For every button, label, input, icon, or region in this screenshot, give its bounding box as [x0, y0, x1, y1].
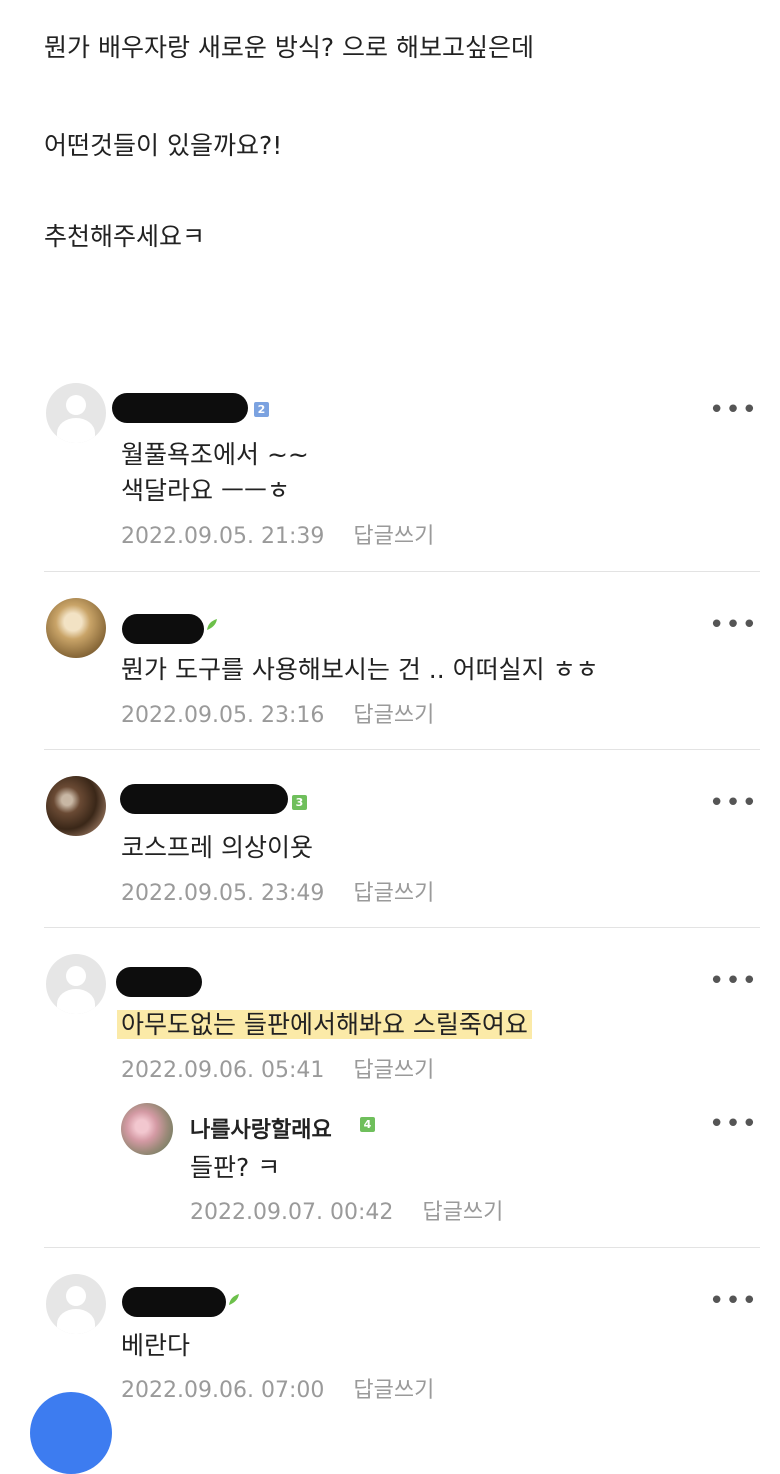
more-options-icon[interactable]: ••• — [709, 790, 758, 816]
floating-action-button[interactable] — [30, 1392, 112, 1474]
comment-meta: 2022.09.05. 23:16 답글쓰기 — [121, 697, 434, 729]
comment-meta: 2022.09.06. 07:00 답글쓰기 — [121, 1372, 434, 1404]
comment-meta: 2022.09.07. 00:42 답글쓰기 — [190, 1194, 503, 1226]
comment-date: 2022.09.07. 00:42 — [190, 1200, 394, 1225]
reply-author[interactable]: 나를사랑할래요 — [190, 1112, 332, 1144]
avatar[interactable] — [46, 383, 106, 443]
level-badge: 3 — [292, 795, 307, 810]
reply-button[interactable]: 답글쓰기 — [353, 703, 434, 728]
avatar[interactable] — [121, 1103, 173, 1155]
more-options-icon[interactable]: ••• — [709, 1111, 758, 1137]
post-line: 추천해주세요ㅋ — [44, 222, 206, 251]
reply-button[interactable]: 답글쓰기 — [353, 524, 434, 549]
comment-text: 뭔가 도구를 사용해보시는 건 .. 어떠실지 ㅎㅎ — [121, 655, 599, 684]
comment-text: 아무도없는 들판에서해봐요 스릴죽여요 — [117, 1008, 532, 1042]
comment-meta: 2022.09.05. 23:49 답글쓰기 — [121, 875, 434, 907]
reply-button[interactable]: 답글쓰기 — [353, 1378, 434, 1403]
more-options-icon[interactable]: ••• — [709, 968, 758, 994]
redacted-nickname — [122, 1287, 226, 1317]
more-options-icon[interactable]: ••• — [709, 397, 758, 423]
comment-date: 2022.09.05. 21:39 — [121, 524, 325, 549]
divider — [44, 1247, 760, 1248]
reply-button[interactable]: 답글쓰기 — [353, 1058, 434, 1083]
post-line: 뭔가 배우자랑 새로운 방식? 으로 해보고싶은데 — [44, 33, 535, 62]
avatar[interactable] — [46, 954, 106, 1014]
sprout-icon — [207, 619, 217, 630]
divider — [44, 749, 760, 750]
comment-text: 코스프레 의상이욧 — [121, 833, 313, 862]
avatar[interactable] — [46, 1274, 106, 1334]
avatar[interactable] — [46, 598, 106, 658]
sprout-icon — [229, 1294, 239, 1305]
reply-button[interactable]: 답글쓰기 — [422, 1200, 503, 1225]
comment-text: 색달라요 ㅡㅡㅎ — [121, 476, 290, 505]
divider — [44, 571, 760, 572]
highlighted-text: 아무도없는 들판에서해봐요 스릴죽여요 — [117, 1010, 532, 1039]
redacted-nickname — [120, 784, 288, 814]
comment-text: 베란다 — [121, 1331, 191, 1360]
comment-meta: 2022.09.05. 21:39 답글쓰기 — [121, 518, 434, 550]
comment-date: 2022.09.05. 23:49 — [121, 881, 325, 906]
comment-date: 2022.09.06. 05:41 — [121, 1058, 325, 1083]
comment-meta: 2022.09.06. 05:41 답글쓰기 — [121, 1052, 434, 1084]
level-badge: 4 — [360, 1117, 375, 1132]
redacted-nickname — [122, 614, 204, 644]
more-options-icon[interactable]: ••• — [709, 612, 758, 638]
more-options-icon[interactable]: ••• — [709, 1288, 758, 1314]
comment-date: 2022.09.06. 07:00 — [121, 1378, 325, 1403]
comment-text: 월풀욕조에서 ~~ — [121, 440, 309, 469]
comment-date: 2022.09.05. 23:16 — [121, 703, 325, 728]
redacted-nickname — [112, 393, 248, 423]
divider — [44, 927, 760, 928]
level-badge: 2 — [254, 402, 269, 417]
redacted-nickname — [116, 967, 202, 997]
post-line: 어떤것들이 있을까요?! — [44, 131, 283, 160]
avatar[interactable] — [46, 776, 106, 836]
comment-text: 들판? ㅋ — [190, 1153, 281, 1182]
reply-button[interactable]: 답글쓰기 — [353, 881, 434, 906]
